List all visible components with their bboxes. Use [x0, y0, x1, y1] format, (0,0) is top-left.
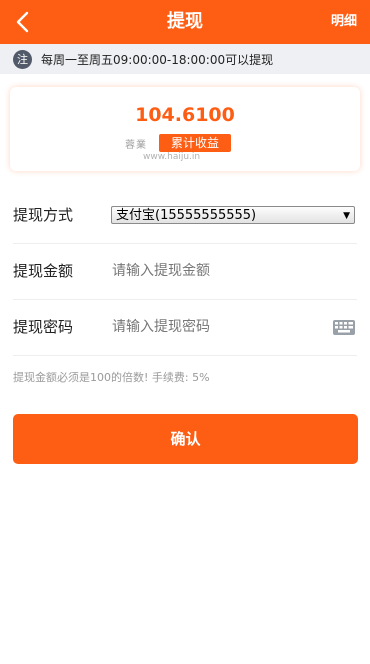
- keyboard-icon[interactable]: [333, 320, 355, 335]
- total-earnings-amount: 104.6100: [135, 104, 235, 126]
- method-label: 提现方式: [13, 206, 74, 224]
- page-title: 提现: [167, 11, 203, 32]
- details-link[interactable]: 明细: [331, 0, 357, 44]
- amount-input[interactable]: 请输入提现金额: [112, 244, 312, 299]
- notice-text: 每周一至周五09:00:00-18:00:00可以提现: [41, 52, 274, 67]
- password-label: 提现密码: [13, 318, 74, 336]
- password-input[interactable]: 请输入提现密码: [112, 300, 312, 355]
- watermark-text: 蓉業: [125, 140, 147, 151]
- fee-hint: 提现金额必须是100的倍数! 手续费: 5%: [13, 371, 210, 384]
- amount-row: 提现金额 请输入提现金额: [13, 244, 357, 300]
- method-selected-value: 支付宝(15555555555): [116, 208, 257, 223]
- password-row: 提现密码 请输入提现密码: [13, 300, 357, 356]
- total-earnings-badge: 累计收益: [159, 134, 231, 152]
- earnings-card: 104.6100 蓉業 www.haiju.in 累计收益: [10, 87, 360, 171]
- watermark-url: www.haiju.in: [143, 152, 201, 162]
- amount-label: 提现金额: [13, 262, 74, 280]
- method-select[interactable]: 支付宝(15555555555) ▼: [111, 206, 355, 224]
- notice-bar: 注 每周一至周五09:00:00-18:00:00可以提现: [0, 44, 370, 74]
- notice-icon: 注: [13, 49, 32, 69]
- top-bar: 提现 明细: [0, 0, 370, 44]
- dropdown-arrow-icon: ▼: [343, 211, 350, 221]
- confirm-button[interactable]: 确认: [13, 414, 358, 464]
- withdraw-form: 提现方式 支付宝(15555555555) ▼ 提现金额 请输入提现金额 提现密…: [13, 188, 357, 356]
- method-row: 提现方式 支付宝(15555555555) ▼: [13, 188, 357, 244]
